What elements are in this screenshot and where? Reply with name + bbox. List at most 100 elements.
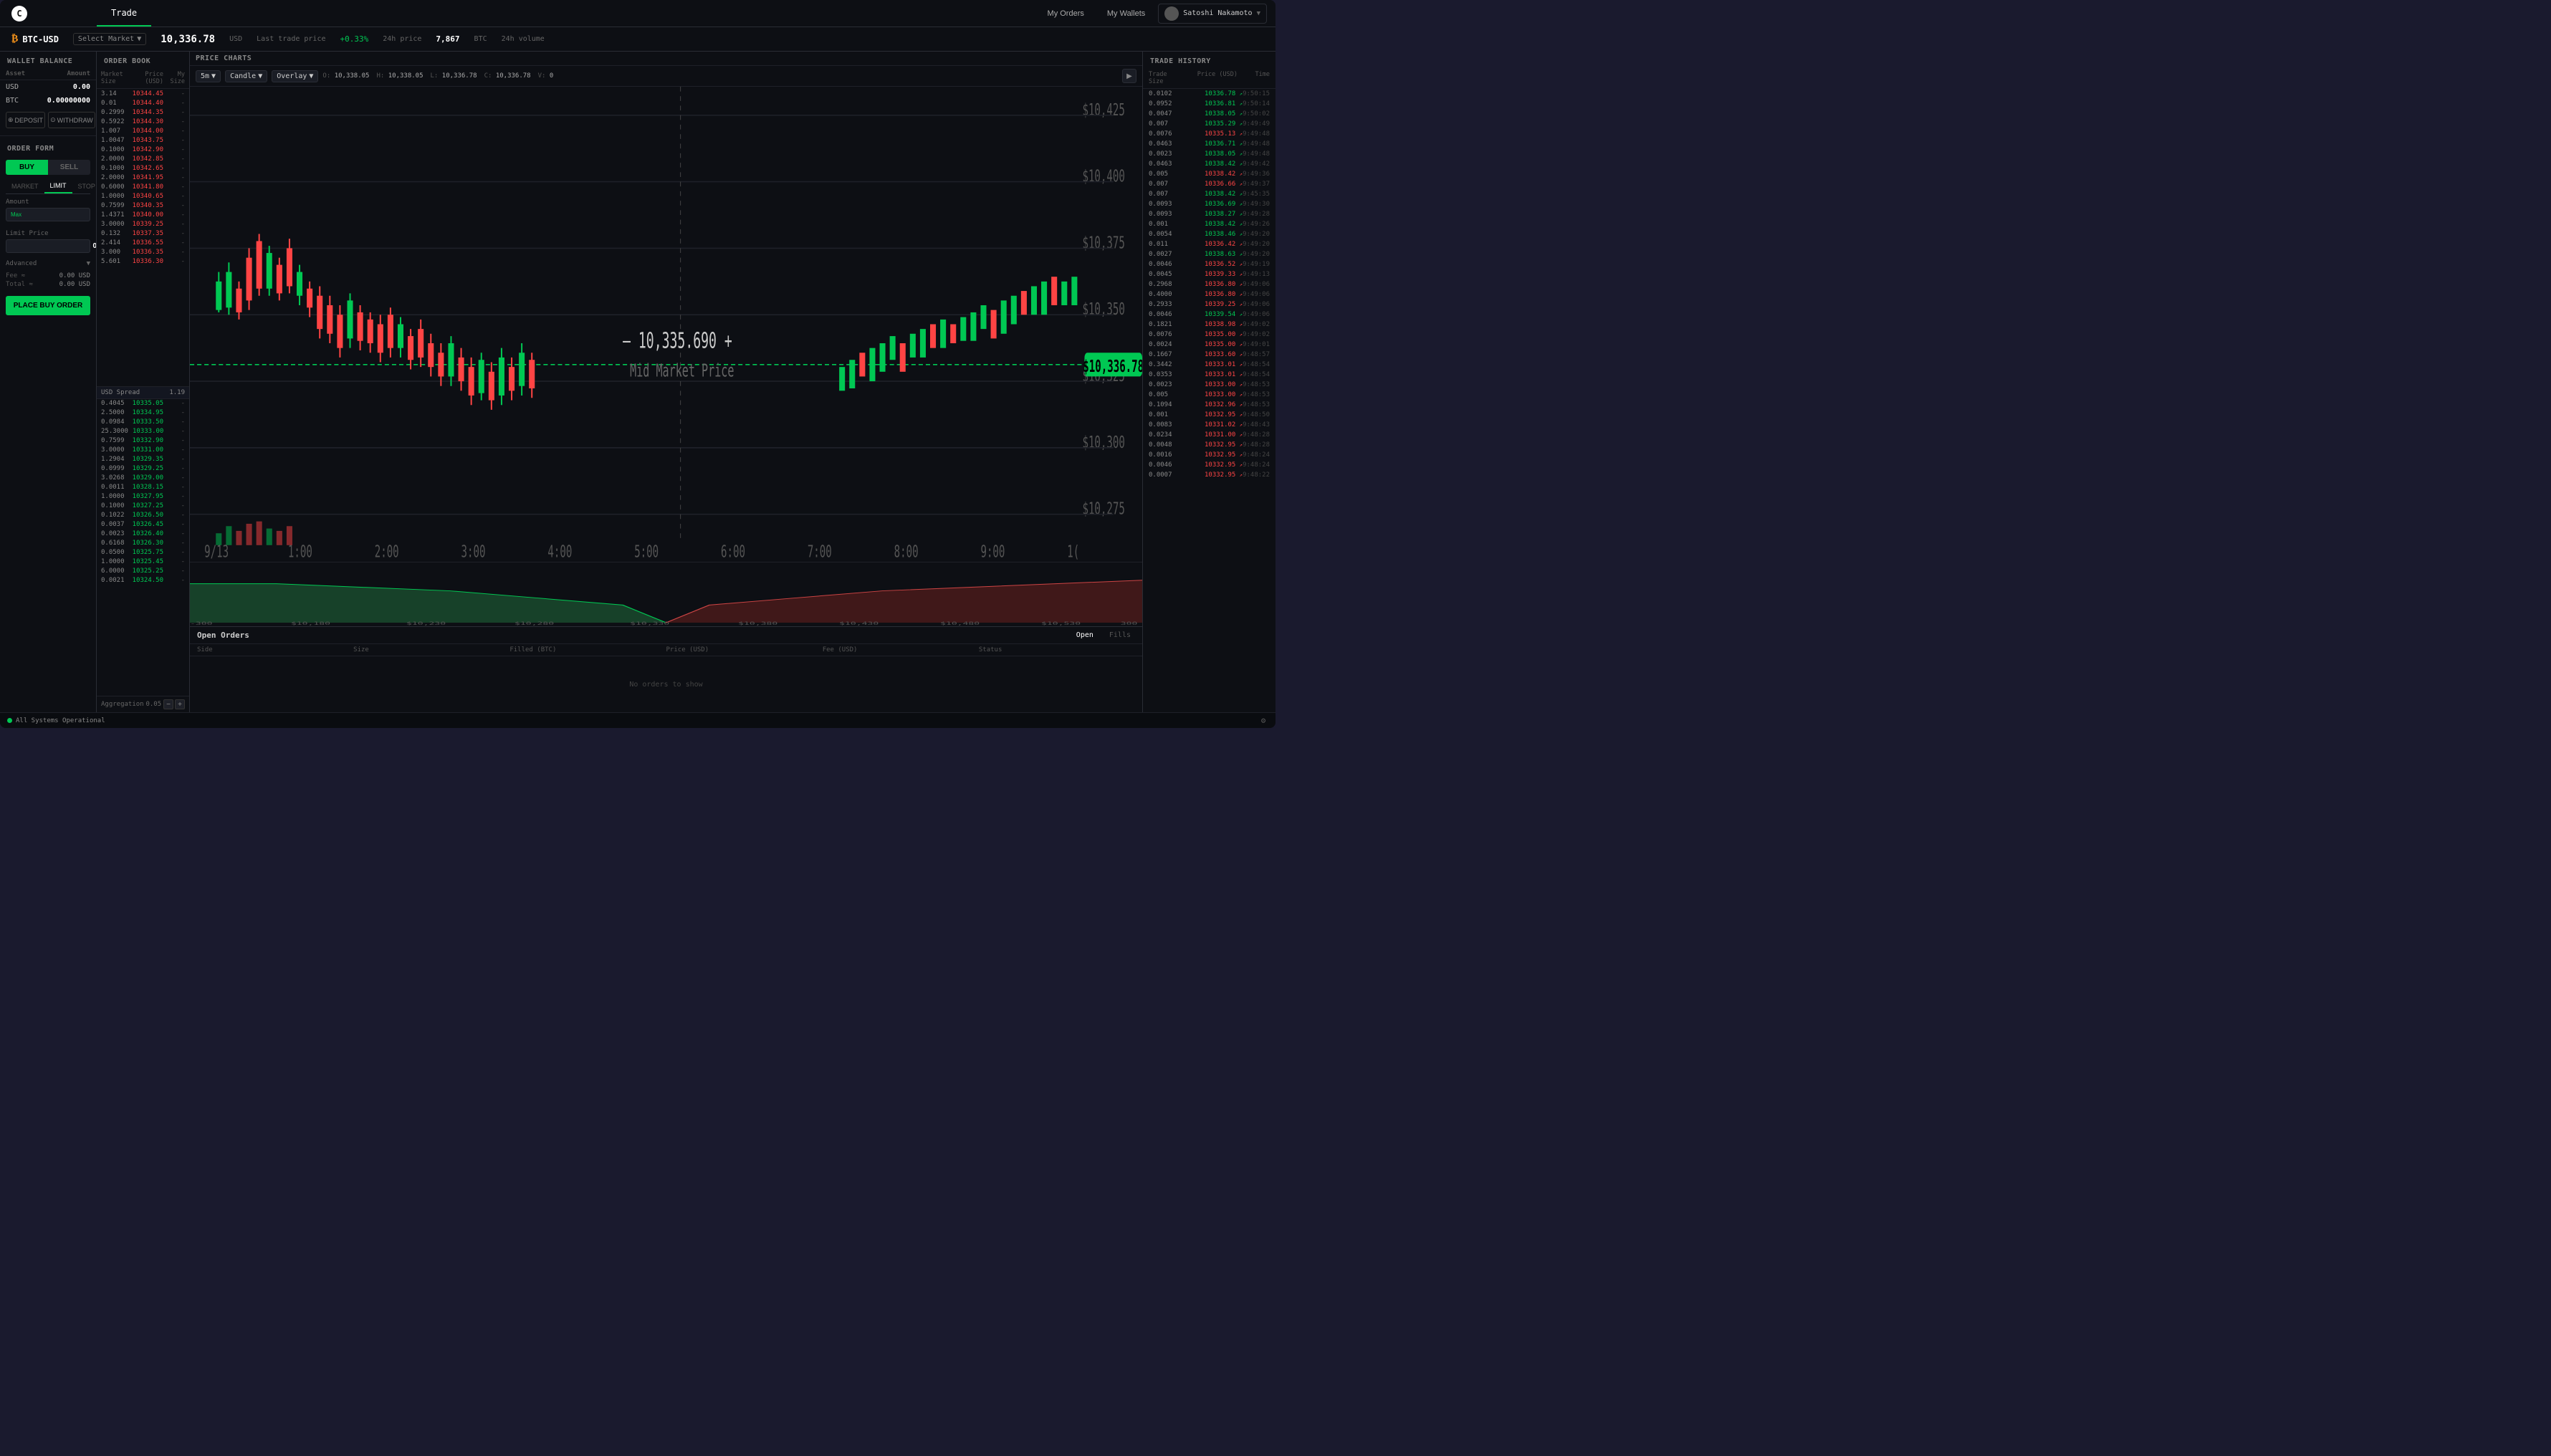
ob-price-header: Price (USD): [128, 71, 163, 85]
wallet-amount-usd: 0.00: [34, 80, 96, 95]
market-select[interactable]: Select Market ▼: [73, 33, 146, 45]
amount-col-header: Amount: [34, 68, 96, 80]
username: Satoshi Nakamoto: [1183, 9, 1252, 17]
svg-text:$10,530: $10,530: [1041, 621, 1081, 626]
btc-icon: ₿: [11, 33, 18, 45]
list-item: 3.000 10336.35 -: [97, 247, 189, 257]
list-item: 0.0999 10329.25 -: [97, 464, 189, 474]
list-item: 2.5000 10334.95 -: [97, 408, 189, 418]
place-order-button[interactable]: PLACE BUY ORDER: [6, 296, 90, 315]
advanced-toggle[interactable]: Advanced ▼: [0, 257, 96, 270]
list-item: 0.011 10336.42 ↗ 9:49:20: [1143, 239, 1276, 249]
timeframe-select[interactable]: 5m ▼: [196, 70, 221, 82]
svg-text:3:00: 3:00: [461, 542, 486, 562]
list-item: 3.0268 10329.00 -: [97, 474, 189, 483]
svg-text:$10,400: $10,400: [1082, 166, 1124, 186]
list-item: 0.1094 10332.96 ↗ 9:48:53: [1143, 400, 1276, 410]
app-container: C Trade My Orders My Wallets Satoshi Nak…: [0, 0, 1276, 728]
svg-text:9:00: 9:00: [980, 542, 1005, 562]
withdraw-button[interactable]: ⊙ WITHDRAW: [48, 112, 95, 128]
list-item: 0.2968 10336.80 ↗ 9:49:06: [1143, 279, 1276, 289]
deposit-icon: ⊕: [8, 116, 14, 124]
order-book-panel: Order Book Market Size Price (USD) My Si…: [97, 52, 190, 712]
status-indicator: All Systems Operational: [7, 717, 105, 724]
ob-spread: USD Spread 1.19: [97, 386, 189, 399]
list-item: 0.6168 10326.30 -: [97, 539, 189, 548]
list-item: 1.007 10344.00 -: [97, 126, 189, 135]
limit-price-label: Limit Price: [6, 230, 90, 237]
volume-24h: 7,867: [436, 34, 459, 44]
oo-size-header: Size: [353, 646, 509, 653]
list-item: 0.2933 10339.25 ↗ 9:49:06: [1143, 300, 1276, 310]
limit-order-tab[interactable]: LIMIT: [44, 179, 72, 193]
deposit-button[interactable]: ⊕ DEPOSIT: [6, 112, 45, 128]
chevron-down-icon: ▼: [211, 72, 216, 80]
wallet-amount-btc: 0.00000000: [34, 94, 96, 107]
list-item: 0.0023 10326.40 -: [97, 530, 189, 539]
list-item: 0.005 10333.00 ↗ 9:48:53: [1143, 390, 1276, 400]
charts-toolbar: 5m ▼ Candle ▼ Overlay ▼ O: 10,338.05 H: …: [190, 66, 1142, 87]
max-button[interactable]: Max: [11, 211, 21, 218]
list-item: 0.01 10344.40 -: [97, 98, 189, 107]
open-orders-open-tab[interactable]: Open: [1072, 630, 1098, 641]
ticker-bar: ₿ BTC-USD Select Market ▼ 10,336.78 USD …: [0, 27, 1276, 52]
list-item: 1.0000 10325.45 -: [97, 557, 189, 567]
svg-text:$10,480: $10,480: [940, 621, 980, 626]
sell-tab[interactable]: SELL: [48, 160, 90, 175]
ob-ask-rows: 3.14 10344.45 - 0.01 10344.40 - 0.2999 1…: [97, 89, 189, 386]
open-orders-fills-tab[interactable]: Fills: [1105, 630, 1135, 641]
price-change-24h: +0.33%: [340, 34, 368, 44]
order-type-tabs: MARKET LIMIT STOP: [6, 179, 90, 194]
list-item: 0.0027 10338.63 ↗ 9:49:20: [1143, 249, 1276, 259]
status-text: All Systems Operational: [16, 717, 105, 724]
candlestick-chart[interactable]: $10,425 $10,400 $10,375 $10,350 $10,325 …: [190, 87, 1142, 562]
list-item: 0.0046 10336.52 ↗ 9:49:19: [1143, 259, 1276, 269]
svg-text:— 10,335.690 +: — 10,335.690 +: [623, 328, 732, 353]
list-item: 1.0000 10340.65 -: [97, 191, 189, 201]
list-item: 0.0054 10338.46 ↗ 9:49:20: [1143, 229, 1276, 239]
list-item: 0.0048 10332.95 ↗ 9:48:28: [1143, 440, 1276, 450]
svg-text:8:00: 8:00: [894, 542, 919, 562]
settings-icon[interactable]: ⚙: [1258, 716, 1268, 726]
svg-text:$10,350: $10,350: [1082, 299, 1124, 319]
list-item: 0.0023 10338.05 ↗ 9:49:48: [1143, 149, 1276, 159]
list-item: 0.0076 10335.00 ↗ 9:49:02: [1143, 330, 1276, 340]
list-item: 0.0076 10335.13 ↗ 9:49:48: [1143, 129, 1276, 139]
market-order-tab[interactable]: MARKET: [6, 179, 44, 193]
trade-history-rows: 0.0102 10336.78 ↗ 9:50:15 0.0952 10336.8…: [1143, 89, 1276, 712]
svg-text:$10,280: $10,280: [514, 621, 554, 626]
chart-type-select[interactable]: Candle ▼: [225, 70, 267, 82]
overlay-select[interactable]: Overlay ▼: [272, 70, 318, 82]
agg-decrease-button[interactable]: −: [163, 699, 173, 709]
last-price-currency: USD: [229, 35, 242, 43]
aggregation-value: 0.05: [145, 701, 161, 708]
nav-right: My Orders My Wallets Satoshi Nakamoto ▼: [1038, 4, 1276, 24]
my-wallets-button[interactable]: My Wallets: [1097, 6, 1155, 21]
limit-price-input[interactable]: [11, 242, 96, 250]
wallet-balance-title: Wallet Balance: [0, 52, 96, 68]
svg-text:$10,375: $10,375: [1082, 233, 1124, 253]
list-item: 0.0046 10339.54 ↗ 9:49:06: [1143, 310, 1276, 320]
user-area[interactable]: Satoshi Nakamoto ▼: [1158, 4, 1267, 24]
wallet-divider: [0, 135, 96, 136]
amount-input-row[interactable]: Max BTC: [6, 208, 90, 221]
last-price: 10,336.78: [161, 34, 215, 45]
list-item: 0.1667 10333.60 ↗ 9:48:57: [1143, 350, 1276, 360]
agg-increase-button[interactable]: +: [175, 699, 185, 709]
amount-input[interactable]: [26, 211, 96, 219]
svg-text:6:00: 6:00: [721, 542, 745, 562]
list-item: 0.1022 10326.50 -: [97, 511, 189, 520]
chart-scroll-right-button[interactable]: ▶: [1122, 69, 1136, 83]
my-orders-button[interactable]: My Orders: [1038, 6, 1094, 21]
price-charts-title: Price Charts: [196, 54, 252, 62]
stop-order-tab[interactable]: STOP: [72, 179, 96, 193]
avatar: [1164, 6, 1179, 21]
list-item: 0.0021 10324.50 -: [97, 576, 189, 585]
list-item: 0.001 10332.95 ↗ 9:48:50: [1143, 410, 1276, 420]
svg-text:$10,300: $10,300: [1082, 432, 1124, 452]
spread-value: 1.19: [169, 389, 185, 396]
limit-price-input-row[interactable]: USD: [6, 239, 90, 253]
buy-tab[interactable]: BUY: [6, 160, 48, 175]
nav-tab-trade[interactable]: Trade: [97, 0, 151, 27]
svg-text:$10,230: $10,230: [406, 621, 446, 626]
